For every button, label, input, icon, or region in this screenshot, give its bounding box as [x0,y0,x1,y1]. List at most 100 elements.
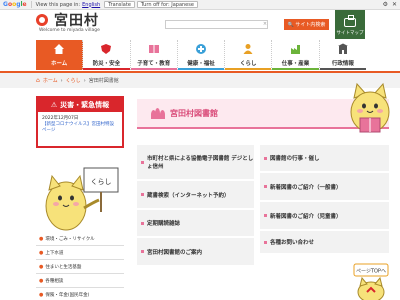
link-toiawase[interactable]: 各種お問い合わせ [260,231,389,253]
disaster-title: 災害・緊急情報 [60,101,110,109]
disaster-header[interactable]: ⚠ 災害・緊急情報 [38,98,122,112]
nav-bousai[interactable]: 防災・安全 [83,40,131,70]
link-denshi-toshokan[interactable]: 市町村と県による協働電子図書館 デジとしょ信州 [137,145,254,179]
nav-label: 子育て・教育 [137,61,171,67]
link-label: 定期購読雑誌 [147,221,181,227]
search-clear-icon[interactable]: × [262,21,268,28]
bullet-icon [141,221,144,225]
global-nav: ホーム 防災・安全 子育て・教育 健康・福祉 くらし 仕事・産業 行政情報 [36,40,366,70]
breadcrumb-kurashi[interactable]: くらし [66,77,81,84]
view-page-text: View this page in: [35,1,81,8]
people-icon [151,107,165,119]
bullet-icon [264,214,267,217]
link-teiki-koudoku[interactable]: 定期購読雑誌 [137,210,254,236]
factory-icon [290,45,300,54]
nav-home[interactable]: ホーム [36,40,84,70]
left-nav-item[interactable]: ● 上下水道 [36,246,124,260]
divider [30,1,32,8]
link-label: 宮田村図書館のご案内 [147,249,203,256]
library-mascot-image [350,82,390,133]
nav-color-bar [83,68,130,70]
person-icon [243,44,253,54]
nav-color-bar [272,68,319,70]
book-icon [148,45,159,53]
left-nav-item[interactable]: ● 環境・ごみ・リサイクル [36,232,124,246]
nav-gyousei[interactable]: 行政情報 [319,40,366,70]
left-nav: ● 環境・ごみ・リサイクル ● 上下水道 ● 住まいと生活基盤 ● 各種相談 ● 保険・年… [36,232,124,300]
nav-color-bar [225,68,272,70]
nav-kosodate[interactable]: 子育て・教育 [130,40,178,70]
left-nav-label: 各種相談 [45,278,64,284]
bullet-icon [264,156,267,160]
nav-label: くらし [240,61,257,67]
sitemap-label: サイトマップ [336,31,364,36]
nav-kurashi[interactable]: くらし [225,40,273,70]
left-nav-item[interactable]: ● 保険・年金(国民年金) [36,288,124,300]
nav-label: 行政情報 [331,61,354,67]
breadcrumb-current: 宮田村図書館 [88,78,119,84]
nav-label: 防災・安全 [92,61,121,67]
google-letter: e [22,1,27,8]
link-shinchaku-jidou[interactable]: 新着図書のご紹介（児童書） [260,202,389,229]
logo-name: 宮田村 [54,13,99,29]
nav-label: 仕事・産業 [281,61,310,67]
link-label: 市町村と県による協働電子図書館 デジとしょ信州 [147,156,254,170]
building-icon [337,43,348,54]
sitemap-button[interactable]: サイトマップ [335,10,365,39]
search-field[interactable] [165,20,268,30]
bullet-icon: ● [39,235,44,242]
nav-color-bar [177,68,225,70]
nav-label: ホーム [50,61,68,67]
gear-icon[interactable]: ⚙ [383,1,388,8]
bullet-icon [141,250,144,253]
language-link[interactable]: English [82,2,100,8]
site-header: 宮田村 Welcome to miyada village × 🔍 サイト内検索… [0,10,400,40]
site-logo[interactable]: 宮田村 Welcome to miyada village [36,12,111,38]
logo-tagline: Welcome to miyada village [39,28,100,33]
nav-label: 健康・福祉 [187,61,215,67]
page-top-label: ページTOPへ [356,269,386,275]
kurashi-sign-text: くらし [91,178,112,186]
link-shinchaku-ippan[interactable]: 新着図書のご紹介（一般書） [260,173,389,200]
kurashi-mascot-image: くらし [45,167,119,231]
chevron-right-icon: › [83,77,86,84]
left-nav-label: 保険・年金(国民年金) [45,292,90,298]
link-zousho-kensaku[interactable]: 蔵書検索（インターネット予約） [137,181,254,208]
bullet-icon [141,193,144,196]
nav-shigoto[interactable]: 仕事・産業 [272,40,320,70]
link-label: 蔵書検索（インターネット予約） [147,192,230,199]
chevron-right-icon: › [60,77,63,84]
bullet-icon: ● [39,277,44,284]
link-label: 各種お問い合わせ [270,240,315,246]
link-label: 新着図書のご紹介（一般書） [270,184,342,191]
left-nav-item[interactable]: ● 各種相談 [36,274,124,288]
left-nav-label: 上下水道 [45,250,64,256]
disaster-news-link[interactable]: 【新型コロナウイルス】宮田村特設ページ [38,122,122,134]
left-nav-item[interactable]: ● 住まいと生活基盤 [36,260,124,274]
search-button[interactable]: 🔍 サイト内検索 [284,19,329,30]
nav-kenkou[interactable]: 健康・福祉 [177,40,226,70]
nav-color-bar [130,68,177,70]
breadcrumb: ⌂ ホーム › くらし › 宮田村図書館 [36,77,119,84]
bullet-icon: ● [39,263,44,270]
link-annai[interactable]: 宮田村図書館のご案内 [137,238,254,265]
link-label: 図書館の行事・催し [270,156,320,162]
home-icon [54,44,65,54]
left-nav-label: 環境・ごみ・リサイクル [45,236,95,242]
page-title: 宮田村図書館 [170,108,218,118]
turn-off-button[interactable]: Turn off for: Japanese [136,1,198,8]
page-top-button[interactable]: ページTOPへ [352,262,390,300]
breadcrumb-home[interactable]: ホーム [43,77,58,84]
home-icon: ⌂ [36,77,40,84]
search-input[interactable] [166,22,267,30]
close-icon[interactable]: ✕ [392,1,397,8]
bullet-icon: ● [39,291,44,298]
translate-button[interactable]: Translate [104,1,135,8]
link-gyouji[interactable]: 図書館の行事・催し [260,145,389,171]
bullet-icon: ● [39,249,44,256]
disaster-info-box: ⚠ 災害・緊急情報 2022年12月07日 【新型コロナウイルス】宮田村特設ペー… [36,96,124,148]
warning-icon: ⚠ [50,101,58,109]
health-icon [195,44,206,54]
nav-color-bar [319,68,366,70]
disaster-date: 2022年12月07日 [42,116,79,121]
